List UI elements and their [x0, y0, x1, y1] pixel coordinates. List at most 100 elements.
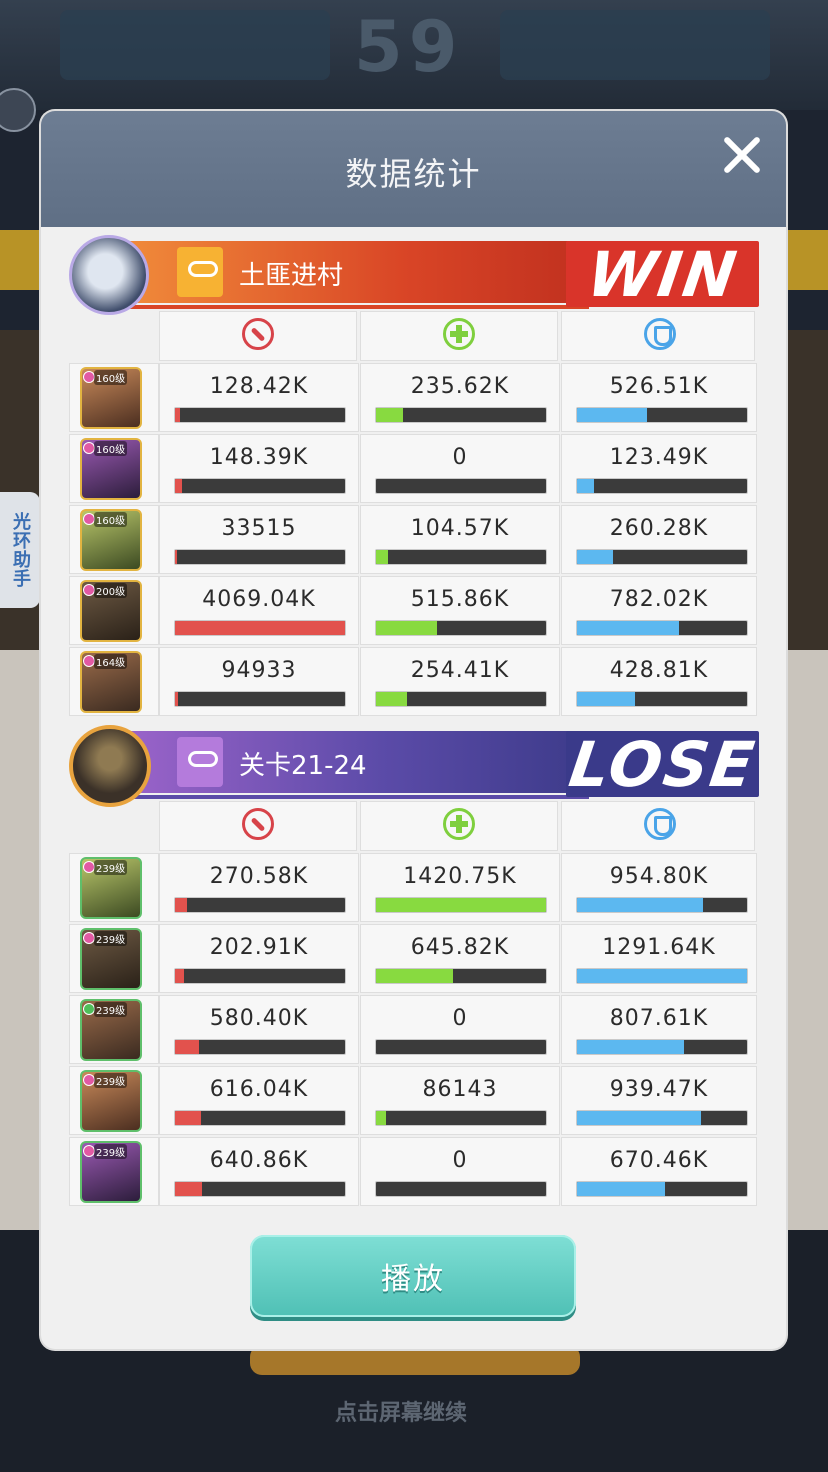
hero-portrait[interactable]: 239级 — [80, 928, 142, 990]
heal-cell: 0 — [360, 1137, 560, 1206]
stats-dialog: 数据统计 土匪进村 WIN 160级 128.42K 235.62K 526.51K 1… — [41, 111, 786, 1349]
damage-bar — [174, 407, 346, 423]
shield-bar — [576, 1181, 748, 1197]
hero-row: 239级 202.91K 645.82K 1291.64K — [69, 924, 759, 995]
hero-level: 160级 — [94, 370, 128, 385]
dialog-title: 数据统计 — [345, 155, 482, 193]
shield-value: 670.46K — [609, 1148, 709, 1173]
hero-portrait[interactable]: 239级 — [80, 857, 142, 919]
heal-value: 86143 — [422, 1077, 498, 1102]
damage-bar — [174, 549, 346, 565]
shield-cell: 1291.64K — [561, 924, 757, 993]
hero-level: 239级 — [94, 1144, 128, 1159]
shield-cell: 526.51K — [561, 363, 757, 432]
heal-bar-fill — [376, 621, 438, 635]
heal-value: 0 — [452, 445, 468, 470]
shield-bar-fill — [577, 550, 613, 564]
damage-bar-fill — [175, 621, 345, 635]
gear-icon[interactable] — [0, 88, 36, 132]
heal-bar — [375, 691, 547, 707]
heal-cell: 86143 — [360, 1066, 560, 1135]
heal-bar — [375, 897, 547, 913]
shield-cell: 939.47K — [561, 1066, 757, 1135]
hero-portrait[interactable]: 239级 — [80, 1070, 142, 1132]
heal-bar-fill — [376, 969, 453, 983]
damage-value: 33515 — [221, 516, 297, 541]
heal-value: 104.57K — [410, 516, 510, 541]
heal-bar — [375, 1039, 547, 1055]
hero-level: 239级 — [94, 1002, 128, 1017]
hero-row: 160级 148.39K 0 123.49K — [69, 434, 759, 505]
shield-bar — [576, 1039, 748, 1055]
result-text: LOSE — [564, 727, 761, 801]
hero-cell: 239级 — [69, 1137, 159, 1206]
background-button — [250, 1345, 580, 1375]
damage-bar-fill — [175, 479, 182, 493]
shield-value: 428.81K — [609, 658, 709, 683]
hero-row: 160级 33515 104.57K 260.28K — [69, 505, 759, 576]
heal-value: 0 — [452, 1148, 468, 1173]
heal-value: 235.62K — [410, 374, 510, 399]
damage-cell: 270.58K — [159, 853, 359, 922]
hero-portrait[interactable]: 160级 — [80, 367, 142, 429]
close-icon[interactable] — [718, 131, 766, 179]
hero-portrait[interactable]: 160级 — [80, 438, 142, 500]
damage-value: 4069.04K — [202, 587, 316, 612]
shield-value: 954.80K — [609, 864, 709, 889]
shield-cell: 123.49K — [561, 434, 757, 503]
stat-header-cell — [360, 801, 558, 851]
shield-value: 782.02K — [609, 587, 709, 612]
damage-cell: 580.40K — [159, 995, 359, 1064]
heal-cell: 254.41K — [360, 647, 560, 716]
shield-value: 260.28K — [609, 516, 709, 541]
hero-level: 239级 — [94, 860, 128, 875]
shield-bar-fill — [577, 408, 647, 422]
hero-level: 160级 — [94, 441, 128, 456]
background-continue-text: 点击屏幕继续 — [335, 1401, 468, 1426]
stat-header-cell — [159, 801, 357, 851]
hero-row: 239级 580.40K 0 807.61K — [69, 995, 759, 1066]
hero-row: 200级 4069.04K 515.86K 782.02K — [69, 576, 759, 647]
team-avatar — [69, 725, 151, 807]
heal-cell: 235.62K — [360, 363, 560, 432]
damage-value: 148.39K — [209, 445, 309, 470]
shield-value: 939.47K — [609, 1077, 709, 1102]
shield-bar — [576, 407, 748, 423]
shield-value: 1291.64K — [602, 935, 716, 960]
team-flag-icon — [177, 247, 223, 297]
hero-cell: 239级 — [69, 995, 159, 1064]
hero-cell: 160级 — [69, 434, 159, 503]
hero-cell: 239级 — [69, 1066, 159, 1135]
damage-bar — [174, 620, 346, 636]
side-helper-tab[interactable]: 光环助手 — [0, 492, 40, 608]
damage-cell: 202.91K — [159, 924, 359, 993]
team-section-win: 土匪进村 WIN 160级 128.42K 235.62K 526.51K 160级 14… — [69, 235, 759, 721]
shield-value: 526.51K — [609, 374, 709, 399]
hero-portrait[interactable]: 239级 — [80, 999, 142, 1061]
shield-cell: 260.28K — [561, 505, 757, 574]
shield-cell: 782.02K — [561, 576, 757, 645]
heal-value: 515.86K — [410, 587, 510, 612]
background-panel — [786, 230, 828, 290]
heal-bar — [375, 1181, 547, 1197]
hero-portrait[interactable]: 200级 — [80, 580, 142, 642]
heal-bar — [375, 407, 547, 423]
stat-header — [159, 801, 759, 851]
hero-portrait[interactable]: 164级 — [80, 651, 142, 713]
damage-value: 616.04K — [209, 1077, 309, 1102]
shield-bar — [576, 620, 748, 636]
shield-cell: 807.61K — [561, 995, 757, 1064]
background-panel — [786, 650, 828, 1230]
hero-portrait[interactable]: 160级 — [80, 509, 142, 571]
damage-value: 128.42K — [209, 374, 309, 399]
damage-cell: 128.42K — [159, 363, 359, 432]
damage-value: 640.86K — [209, 1148, 309, 1173]
heal-bar-fill — [376, 692, 407, 706]
play-button[interactable]: 播放 — [250, 1235, 576, 1317]
damage-icon — [242, 318, 274, 350]
hero-portrait[interactable]: 239级 — [80, 1141, 142, 1203]
background-left-banner — [60, 10, 330, 80]
shield-bar — [576, 1110, 748, 1126]
heal-value: 1420.75K — [403, 864, 517, 889]
damage-bar-fill — [175, 1111, 201, 1125]
